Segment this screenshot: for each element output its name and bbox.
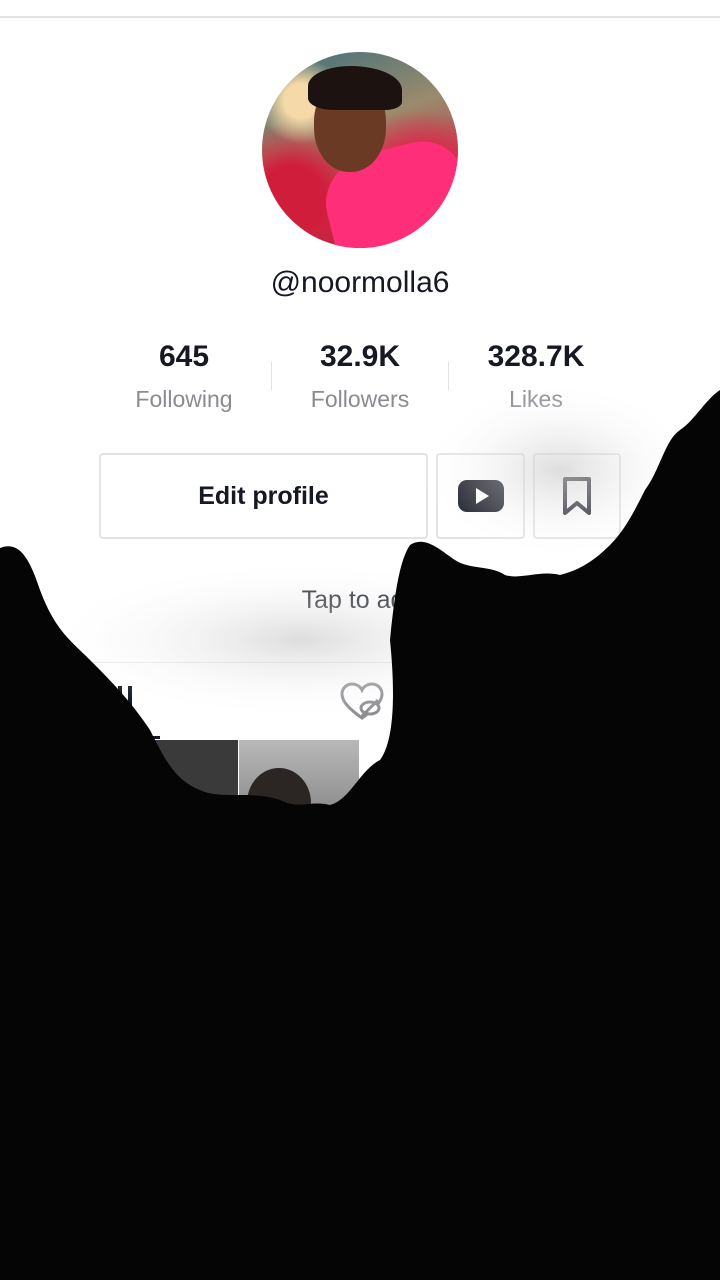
thumbnail-figure: [247, 768, 311, 838]
youtube-icon: [457, 480, 504, 512]
bookmark-icon: [563, 477, 591, 515]
username: @noormolla6: [270, 266, 450, 299]
video-thumbnail[interactable]: [239, 740, 359, 860]
stat-following-value: 645: [158, 340, 210, 373]
edit-profile-button[interactable]: Edit profile: [99, 453, 428, 539]
youtube-button[interactable]: [436, 453, 525, 539]
stat-divider: [271, 362, 272, 390]
tabs-divider: [0, 662, 720, 663]
avatar[interactable]: [262, 52, 458, 248]
stat-followers-label: Followers: [310, 386, 410, 412]
video-thumbnail[interactable]: [118, 740, 238, 860]
bookmarks-button[interactable]: [533, 453, 621, 539]
heart-hidden-icon[interactable]: [340, 682, 384, 722]
active-tab-indicator: [80, 736, 160, 739]
stat-likes[interactable]: 328.7K Likes: [456, 336, 616, 413]
top-divider: [0, 16, 720, 18]
stat-divider: [448, 362, 449, 390]
avatar-hair: [308, 66, 402, 110]
stat-likes-value: 328.7K: [487, 340, 585, 373]
stat-following-label: Following: [135, 386, 233, 412]
stat-likes-label: Likes: [509, 386, 563, 412]
stat-followers-value: 32.9K: [319, 340, 401, 373]
bio-prompt[interactable]: Tap to add: [0, 586, 720, 615]
stat-followers[interactable]: 32.9K Followers: [280, 336, 440, 413]
grid-icon[interactable]: [104, 682, 144, 722]
stat-following[interactable]: 645 Following: [104, 336, 264, 413]
